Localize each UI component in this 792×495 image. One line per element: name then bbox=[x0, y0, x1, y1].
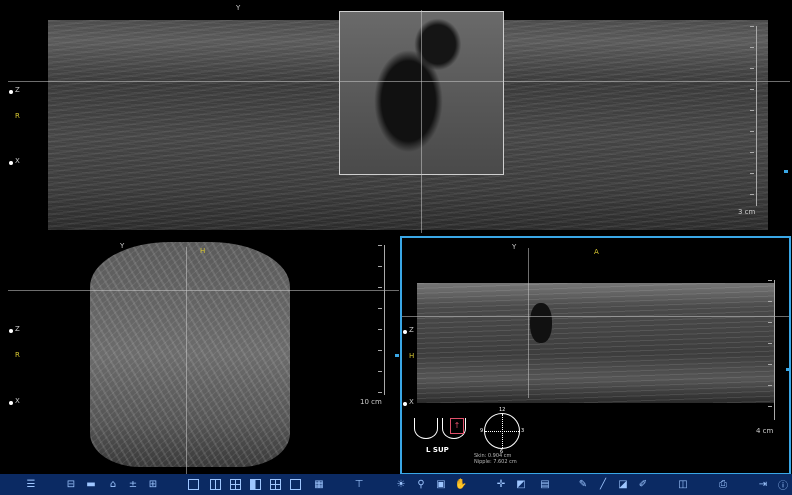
transverse-view-pane[interactable]: Y Z R X 3 cm bbox=[8, 0, 790, 233]
measure-icon[interactable]: ◩ bbox=[514, 477, 528, 491]
layout-wide-icon[interactable]: ▦ bbox=[312, 477, 326, 491]
zoom-out-icon[interactable]: ⊟ bbox=[64, 477, 78, 491]
depth-ruler bbox=[768, 280, 775, 420]
axis-label-y: Y bbox=[236, 4, 241, 12]
axis-label-h: H bbox=[200, 247, 206, 255]
depth-ruler bbox=[378, 245, 385, 395]
plus-minus-icon[interactable]: ± bbox=[126, 477, 140, 491]
axis-label-x: X bbox=[409, 398, 414, 406]
scale-label: 3 cm bbox=[738, 208, 756, 216]
probe-position-icon: ↑ bbox=[450, 418, 464, 434]
axis-label-a: A bbox=[594, 248, 599, 256]
axis-label-y: Y bbox=[120, 242, 125, 250]
scale-label: 4 cm bbox=[756, 427, 774, 435]
layout-2-icon[interactable] bbox=[208, 477, 222, 491]
annotate-icon[interactable]: ▤ bbox=[538, 477, 552, 491]
axis-label-z: Z bbox=[15, 325, 20, 333]
list-icon[interactable]: ☰ bbox=[24, 477, 38, 491]
axis-label-z: Z bbox=[409, 326, 414, 334]
position-marker bbox=[786, 368, 789, 371]
home-icon[interactable]: ⌂ bbox=[106, 477, 120, 491]
layout-single-icon[interactable] bbox=[288, 477, 302, 491]
orientation-dot-z bbox=[403, 330, 407, 334]
axis-label-x: X bbox=[15, 157, 20, 165]
clock-9: 9 bbox=[480, 428, 484, 434]
coronal-view-pane[interactable]: Y H Z R X 10 cm bbox=[8, 237, 399, 474]
edit-icon[interactable]: ✐ bbox=[636, 477, 650, 491]
zoom-in-icon[interactable]: ⊞ bbox=[146, 477, 160, 491]
probe-icon[interactable]: ✋ bbox=[454, 477, 468, 491]
orientation-dot-x bbox=[9, 401, 13, 405]
ultrasound-image-sagittal bbox=[417, 283, 775, 403]
exit-icon[interactable]: ⇥ bbox=[756, 477, 770, 491]
clock-vertical-line bbox=[502, 414, 503, 448]
bottom-toolbar: ☰ ⊟ ▬ ⌂ ± ⊞ ▦ ⊤ ☀ ⚲ ▣ ✋ ✛ ◩ ▤ ✎ ╱ ◪ ✐ ◫ … bbox=[0, 474, 792, 495]
clock-3: 3 bbox=[521, 428, 525, 434]
body-marker-label: L SUP bbox=[426, 446, 449, 454]
breast-outline-left bbox=[414, 418, 438, 439]
crosshair-vertical bbox=[186, 247, 187, 474]
lesion-shadow bbox=[530, 303, 552, 343]
crosshair-icon[interactable]: ✛ bbox=[494, 477, 508, 491]
axis-label-z: Z bbox=[15, 86, 20, 94]
brush-icon[interactable]: ✎ bbox=[576, 477, 590, 491]
layout-split-icon[interactable] bbox=[248, 477, 262, 491]
axis-label-y: Y bbox=[512, 243, 517, 251]
image-icon[interactable]: ◫ bbox=[676, 477, 690, 491]
orientation-dot-x bbox=[403, 402, 407, 406]
pencil-icon[interactable]: ╱ bbox=[596, 477, 610, 491]
position-marker bbox=[784, 170, 788, 173]
crosshair-horizontal bbox=[402, 316, 789, 317]
layout-3-icon[interactable] bbox=[268, 477, 282, 491]
measurement-text: Skin: 0.904 cm Nipple: 7.602 cm bbox=[474, 453, 517, 465]
crosshair-horizontal bbox=[8, 81, 790, 82]
sagittal-view-pane[interactable]: Y A Z H X 4 cm ↑ L SUP 12 3 6 9 Skin: 0.… bbox=[400, 236, 791, 475]
layout-4-icon[interactable] bbox=[228, 477, 242, 491]
clock-face-diagram: 12 3 6 9 bbox=[480, 407, 524, 455]
axis-label-x: X bbox=[15, 397, 20, 405]
orientation-dot-z bbox=[9, 329, 13, 333]
erase-icon[interactable]: ◪ bbox=[616, 477, 630, 491]
info-icon[interactable]: ⓘ bbox=[776, 477, 790, 492]
ultrasound-image-coronal bbox=[90, 242, 290, 467]
scale-label: 10 cm bbox=[360, 398, 382, 406]
axis-label-r: R bbox=[15, 351, 20, 359]
reset-icon[interactable]: ⊤ bbox=[352, 477, 366, 491]
breast-body-marker: ↑ L SUP 12 3 6 9 Skin: 0.904 cm Nipple: … bbox=[412, 407, 532, 468]
magnify-icon[interactable]: ⚲ bbox=[414, 477, 428, 491]
axis-label-r: R bbox=[15, 112, 20, 120]
nipple-distance: Nipple: 7.602 cm bbox=[474, 459, 517, 465]
crosshair-vertical bbox=[421, 10, 422, 233]
orientation-dot-x bbox=[9, 161, 13, 165]
axis-label-h: H bbox=[409, 352, 415, 360]
depth-ruler bbox=[750, 26, 757, 206]
crosshair-vertical bbox=[528, 248, 529, 398]
minus-icon[interactable]: ▬ bbox=[84, 477, 98, 491]
position-marker bbox=[395, 354, 399, 357]
left-margin-strip bbox=[0, 0, 8, 474]
orientation-dot-z bbox=[9, 90, 13, 94]
clock-12: 12 bbox=[499, 407, 506, 413]
brightness-icon[interactable]: ☀ bbox=[394, 477, 408, 491]
capture-icon[interactable]: ▣ bbox=[434, 477, 448, 491]
crosshair-horizontal bbox=[8, 290, 399, 291]
layout-1-icon[interactable] bbox=[186, 477, 200, 491]
print-icon[interactable]: ⎙ bbox=[716, 477, 730, 491]
